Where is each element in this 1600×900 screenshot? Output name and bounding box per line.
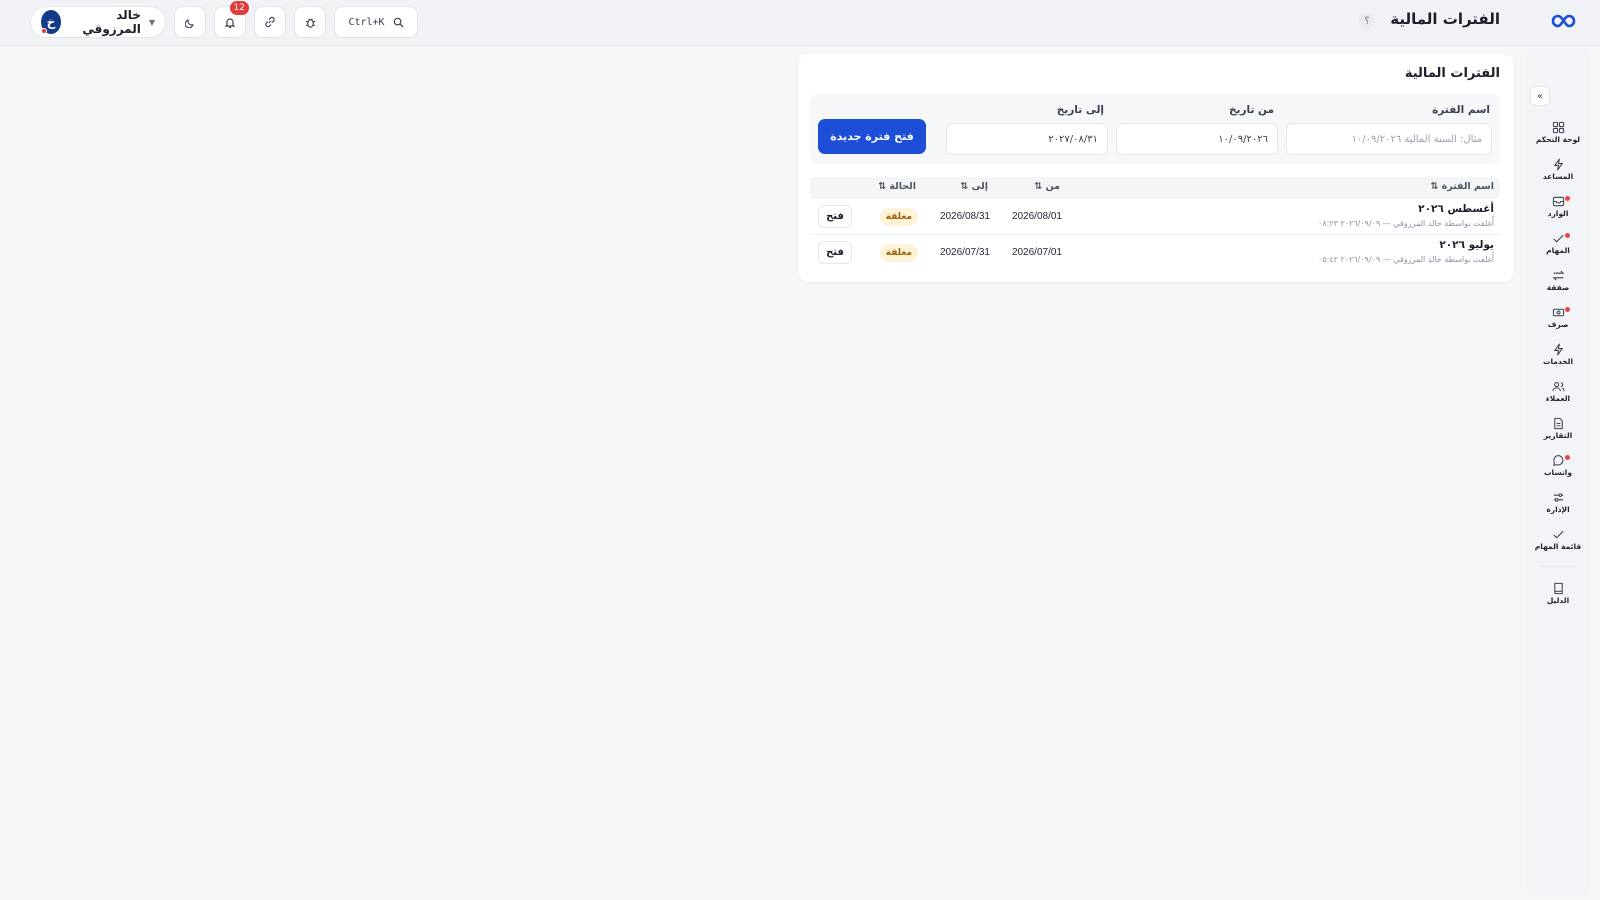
top-bar: الفترات المالية ؟ Ctrl+K 12 خ خالد المرز… — [0, 0, 1600, 46]
new-period-form: اسم الفترة مثال: السنة المالية ١٠/٠٩/٢٠٢… — [810, 94, 1500, 164]
sidebar-item-label: الدليل — [1546, 596, 1570, 605]
chevron-down-icon: ▼ — [148, 17, 155, 27]
table-row: يوليو ٢٠٢٦ أُغلقت بواسطة خالد المرزوقي —… — [810, 235, 1500, 271]
report-icon — [1553, 417, 1563, 430]
from-date-label: من تاريخ — [1228, 104, 1274, 116]
search-shortcut: Ctrl+K — [348, 16, 385, 28]
sliders-icon — [1553, 493, 1563, 502]
column-header-to[interactable]: إلى ⇅ — [960, 181, 988, 192]
chat-icon — [1552, 455, 1563, 467]
sidebar-divider — [1540, 566, 1576, 567]
sidebar-item-tasks[interactable]: المهام — [1526, 225, 1590, 262]
sidebar-item-admin[interactable]: الإدارة — [1526, 484, 1590, 521]
sidebar-item-task-list[interactable]: قائمة المهام — [1526, 521, 1590, 558]
sidebar-item-reports[interactable]: التقارير — [1526, 410, 1590, 447]
brand-logo[interactable] — [1546, 8, 1586, 34]
column-header-status[interactable]: الحالة ⇅ — [878, 181, 916, 192]
notification-badge: 12 — [229, 1, 249, 15]
card-title: الفترات المالية — [1404, 66, 1500, 81]
bolt-icon — [1553, 343, 1563, 356]
user-name: خالد المرزوقي — [82, 8, 141, 36]
dashboard-icon — [1552, 121, 1564, 134]
status-badge: مغلقة — [879, 208, 918, 226]
bolt-icon — [1553, 158, 1563, 171]
unread-dot — [1565, 455, 1570, 460]
sidebar-item-guide[interactable]: الدليل — [1526, 575, 1590, 612]
user-menu[interactable]: خ خالد المرزوقي ▼ — [30, 6, 166, 38]
sidebar-item-label: لوحة التحكم — [1535, 135, 1581, 144]
bell-icon — [224, 17, 236, 28]
book-icon — [1553, 582, 1563, 595]
sidebar-item-label: واتساب — [1543, 468, 1573, 477]
moon-icon — [184, 18, 194, 28]
inbox-icon — [1552, 196, 1564, 207]
unread-dot — [1565, 196, 1570, 201]
check-icon — [1552, 234, 1564, 243]
unread-dot — [1565, 307, 1570, 312]
fiscal-periods-card: الفترات المالية اسم الفترة مثال: السنة ا… — [798, 54, 1514, 282]
closed-by-info: أُغلقت بواسطة خالد المرزوقي — ٢٠٢٦/٠٩/٠٩… — [1318, 255, 1494, 264]
reopen-button[interactable]: فتح — [818, 241, 852, 264]
theme-toggle-button[interactable] — [174, 6, 206, 38]
from-date: 2026/07/01 — [1011, 247, 1062, 258]
sidebar-item-label: التقارير — [1543, 431, 1573, 440]
reopen-button[interactable]: فتح — [818, 205, 852, 228]
sidebar-item-label: الوارد — [1547, 209, 1569, 218]
sidebar-item-label: المساعد — [1542, 172, 1574, 181]
from-date-input[interactable]: ١٠/٠٩/٢٠٢٦ — [1116, 123, 1278, 155]
to-date-label: إلى تاريخ — [1056, 104, 1104, 116]
to-date: 2026/08/31 — [939, 211, 990, 222]
check-icon — [1552, 530, 1564, 539]
open-new-period-button[interactable]: فتح فترة جديدة — [818, 119, 926, 154]
link-icon — [265, 16, 275, 28]
period-name: يوليو ٢٠٢٦ — [1439, 239, 1494, 251]
sidebar-item-label: الإدارة — [1546, 505, 1570, 514]
column-header-from[interactable]: من ⇅ — [1034, 181, 1060, 192]
swap-icon — [1552, 270, 1564, 281]
help-icon[interactable]: ؟ — [1359, 13, 1375, 29]
sidebar-item-assistant[interactable]: المساعد — [1526, 151, 1590, 188]
presence-dot — [41, 28, 47, 34]
closed-by-info: أُغلقت بواسطة خالد المرزوقي — ٢٠٢٦/٠٩/٠٩… — [1318, 219, 1494, 228]
period-name-input[interactable]: مثال: السنة المالية ١٠/٠٩/٢٠٢٦ — [1286, 123, 1492, 155]
link-button[interactable] — [254, 6, 286, 38]
sidebar-item-whatsapp[interactable]: واتساب — [1526, 447, 1590, 484]
period-name: أغسطس ٢٠٢٦ — [1418, 203, 1494, 215]
table-header: اسم الفترة ⇅ من ⇅ إلى ⇅ الحالة ⇅ — [810, 177, 1500, 199]
sidebar: » لوحة التحكم المساعد الوارد المهام صفقة… — [1526, 50, 1590, 895]
bug-report-button[interactable] — [294, 6, 326, 38]
sidebar-item-label: صفقة — [1546, 283, 1570, 292]
collapse-sidebar-button[interactable]: » — [1530, 86, 1550, 106]
sidebar-item-dashboard[interactable]: لوحة التحكم — [1526, 114, 1590, 151]
sidebar-item-label: صرف — [1547, 320, 1569, 329]
sidebar-item-label: الخدمات — [1542, 357, 1574, 366]
column-header-name[interactable]: اسم الفترة ⇅ — [1430, 181, 1494, 192]
from-date: 2026/08/01 — [1011, 211, 1062, 222]
status-badge: مغلقة — [879, 244, 918, 262]
sidebar-item-services[interactable]: الخدمات — [1526, 336, 1590, 373]
sidebar-item-inbox[interactable]: الوارد — [1526, 188, 1590, 225]
notifications-button[interactable]: 12 — [214, 1, 249, 38]
to-date-input[interactable]: ٢٠٢٧/٠٨/٣١ — [946, 123, 1108, 155]
sidebar-item-deal[interactable]: صفقة — [1526, 262, 1590, 299]
period-name-label: اسم الفترة — [1432, 104, 1490, 116]
chevron-double-right-icon: » — [1536, 90, 1544, 102]
bug-icon — [305, 17, 315, 28]
sidebar-nav: لوحة التحكم المساعد الوارد المهام صفقة ص… — [1526, 114, 1590, 612]
sidebar-item-label: المهام — [1546, 246, 1570, 255]
avatar: خ — [41, 10, 61, 34]
search-button[interactable]: Ctrl+K — [334, 6, 418, 38]
cash-icon — [1552, 308, 1564, 317]
sidebar-item-label: قائمة المهام — [1534, 542, 1582, 551]
to-date: 2026/07/31 — [939, 247, 990, 258]
users-icon — [1551, 382, 1565, 392]
sidebar-item-clients[interactable]: العملاء — [1526, 373, 1590, 410]
page-title: الفترات المالية — [1390, 10, 1500, 28]
unread-dot — [1565, 233, 1570, 238]
sidebar-item-label: العملاء — [1545, 394, 1571, 403]
table-row: أغسطس ٢٠٢٦ أُغلقت بواسطة خالد المرزوقي —… — [810, 199, 1500, 235]
search-icon — [393, 17, 404, 28]
sidebar-item-exchange[interactable]: صرف — [1526, 299, 1590, 336]
